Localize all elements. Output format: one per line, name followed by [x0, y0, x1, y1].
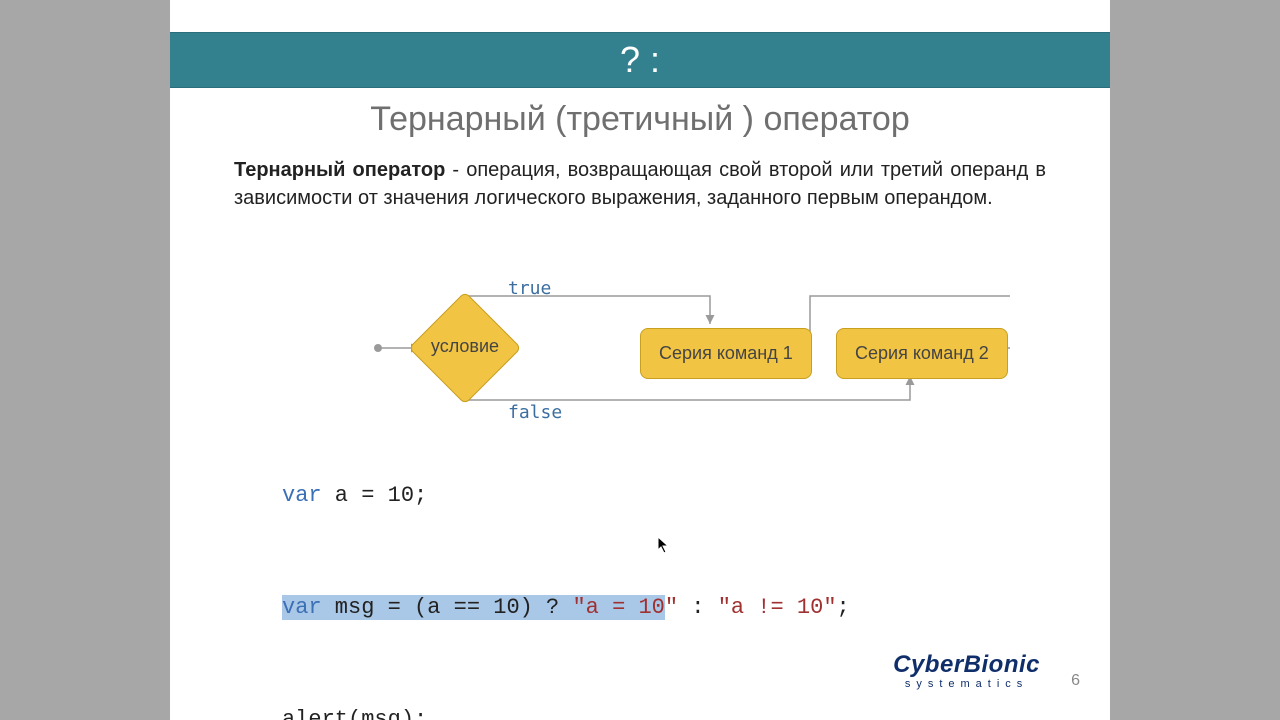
- code-text: (a == 10) ?: [414, 595, 572, 620]
- true-label: true: [508, 278, 551, 299]
- code-number: 10: [388, 483, 414, 508]
- title-text: ? :: [620, 39, 660, 81]
- code-text: :: [678, 595, 718, 620]
- code-text: a =: [322, 483, 388, 508]
- code-block: var a = 10; var msg = (a == 10) ? "a = 1…: [282, 468, 850, 720]
- code-text: msg: [322, 595, 388, 620]
- slide: ? : Тернарный (третичный ) оператор Терн…: [170, 0, 1110, 720]
- code-text: ;: [837, 595, 850, 620]
- flowchart: условие true false Серия команд 1 Серия …: [270, 264, 1010, 424]
- page-number: 6: [1071, 672, 1080, 690]
- definition-paragraph: Тернарный оператор - операция, возвращаю…: [234, 156, 1046, 212]
- code-string: ": [665, 595, 678, 620]
- code-keyword: var: [282, 595, 322, 620]
- code-text: alert(msg);: [282, 707, 427, 720]
- code-text: ;: [414, 483, 427, 508]
- subtitle: Тернарный (третичный ) оператор: [170, 100, 1110, 139]
- brand-sub: systematics: [893, 679, 1040, 690]
- code-string: "a != 10": [718, 595, 837, 620]
- command-box-2: Серия команд 2: [836, 328, 1008, 379]
- footer-logo: CyberBionic systematics: [893, 653, 1040, 690]
- condition-label: условие: [415, 336, 515, 357]
- mouse-cursor-icon: [657, 536, 671, 554]
- command-box-1: Серия команд 1: [640, 328, 812, 379]
- false-label: false: [508, 402, 562, 423]
- definition-term: Тернарный оператор: [234, 159, 445, 181]
- code-text: =: [388, 595, 414, 620]
- brand-main: CyberBionic: [893, 653, 1040, 677]
- title-bar: ? :: [170, 32, 1110, 88]
- code-string: "a = 10: [572, 595, 664, 620]
- code-keyword: var: [282, 483, 322, 508]
